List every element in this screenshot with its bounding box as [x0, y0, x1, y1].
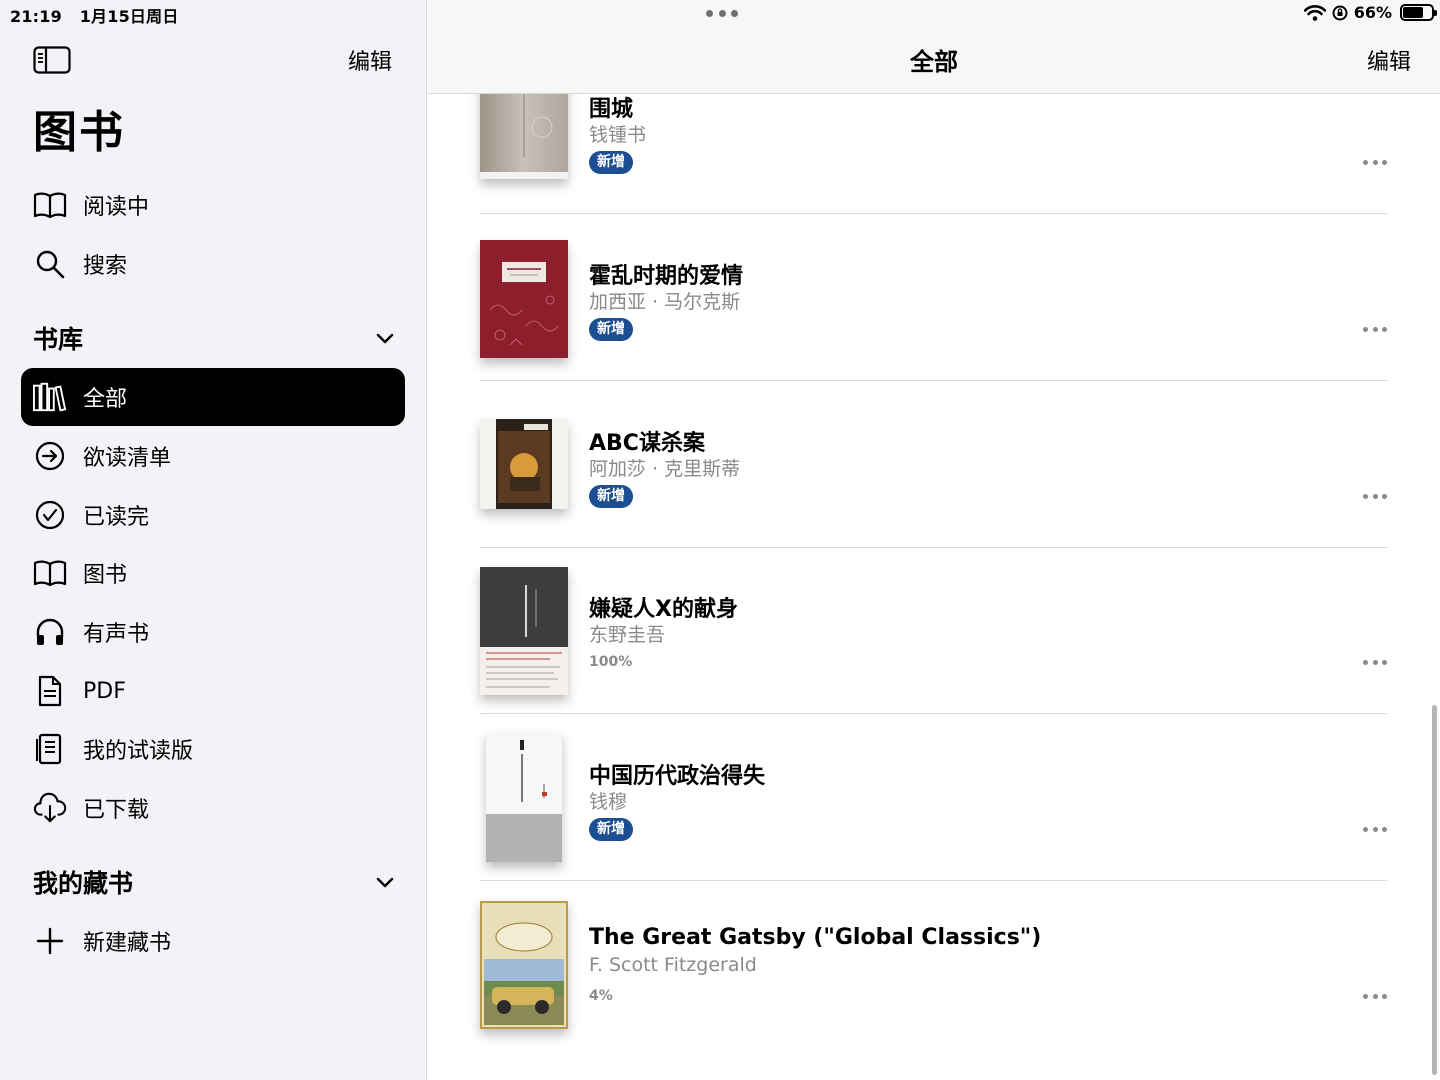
sidebar-item-reading-now[interactable]: 阅读中 — [21, 176, 405, 234]
battery-percent: 66% — [1353, 3, 1392, 22]
sidebar-item-label: 已下载 — [83, 798, 150, 823]
more-options-button[interactable] — [1363, 657, 1387, 667]
status-time: 21:19 — [10, 7, 62, 26]
status-bar-left: 21:19 1月15日周日 — [10, 3, 191, 27]
battery-icon — [1400, 4, 1437, 21]
status-date: 1月15日周日 — [79, 7, 179, 26]
reading-progress: 4% — [589, 988, 613, 1004]
book-row[interactable]: 中国历代政治得失 钱穆 新增 — [480, 714, 1387, 881]
sidebar-item-want-to-read[interactable]: 欲读清单 — [21, 427, 405, 485]
book-cover[interactable] — [480, 94, 568, 179]
book-title: ABC谋杀案 — [589, 431, 705, 456]
sidebar: 21:19 1月15日周日 编辑 图书 阅读中 搜索 书库 全部 欲读清单 已读… — [0, 0, 427, 1080]
multitasking-handle-icon[interactable] — [706, 6, 738, 20]
book-title: 围城 — [589, 97, 634, 122]
top-navigation-bar: 66% 全部 编辑 — [428, 0, 1440, 94]
book-cover[interactable] — [480, 901, 568, 1029]
new-collection-label: 新建藏书 — [83, 931, 172, 956]
book-row[interactable]: 嫌疑人X的献身 东野圭吾 100% — [480, 547, 1387, 714]
sidebar-item-pdf[interactable]: PDF — [21, 662, 405, 720]
page-title: 全部 — [910, 48, 958, 76]
book-row[interactable]: The Great Gatsby ("Global Classics") F. … — [480, 881, 1387, 1048]
section-title: 书库 — [33, 325, 84, 354]
edit-button[interactable]: 编辑 — [1367, 44, 1411, 76]
new-collection-button[interactable]: 新建藏书 — [21, 912, 405, 970]
sidebar-item-all[interactable]: 全部 — [21, 368, 405, 426]
cloud-download-icon — [33, 791, 67, 825]
sidebar-item-label: PDF — [83, 678, 126, 704]
book-title: 嫌疑人X的献身 — [589, 597, 738, 622]
book-title: 中国历代政治得失 — [589, 764, 766, 789]
reading-progress: 100% — [589, 654, 633, 670]
new-badge: 新增 — [589, 318, 633, 341]
more-options-button[interactable] — [1363, 824, 1387, 834]
collections-section-header[interactable]: 我的藏书 — [33, 862, 405, 902]
book-cover[interactable] — [480, 567, 568, 695]
sidebar-item-books[interactable]: 图书 — [21, 544, 405, 602]
book-author: 加西亚 · 马尔克斯 — [589, 291, 741, 313]
sidebar-item-label: 欲读清单 — [83, 446, 172, 471]
book-cover[interactable] — [486, 732, 562, 862]
more-options-button[interactable] — [1363, 324, 1387, 334]
section-title: 我的藏书 — [33, 869, 134, 898]
sidebar-item-label: 全部 — [83, 387, 128, 412]
more-options-button[interactable] — [1363, 991, 1387, 1001]
status-bar-right: 66% — [1303, 3, 1437, 22]
sidebar-title: 图书 — [33, 107, 125, 158]
sidebar-item-label: 图书 — [83, 563, 128, 588]
new-badge: 新增 — [589, 151, 633, 174]
sidebar-toggle-icon[interactable] — [33, 46, 71, 74]
sidebar-item-label: 已读完 — [83, 505, 150, 530]
checkmark-circle-icon — [33, 498, 67, 532]
sidebar-item-label: 搜索 — [83, 254, 128, 279]
sidebar-item-audiobooks[interactable]: 有声书 — [21, 603, 405, 661]
wifi-icon — [1303, 4, 1326, 21]
sidebar-item-label: 阅读中 — [83, 195, 150, 220]
sidebar-item-finished[interactable]: 已读完 — [21, 486, 405, 544]
sidebar-item-samples[interactable]: 我的试读版 — [21, 720, 405, 778]
library-section-header[interactable]: 书库 — [33, 318, 405, 358]
book-cover[interactable] — [480, 419, 568, 509]
sample-icon — [33, 732, 67, 766]
sidebar-item-search[interactable]: 搜索 — [21, 235, 405, 293]
book-cover[interactable] — [480, 240, 568, 358]
book-title: The Great Gatsby ("Global Classics") — [589, 925, 1042, 950]
library-icon — [33, 380, 67, 414]
book-row[interactable]: 霍乱时期的爱情 加西亚 · 马尔克斯 新增 — [480, 214, 1387, 381]
book-author: 钱穆 — [589, 791, 628, 813]
sidebar-item-downloaded[interactable]: 已下载 — [21, 779, 405, 837]
book-open-icon — [33, 188, 67, 222]
main-content: 66% 全部 编辑 围城 钱锺书 新增 霍乱时期的爱情 加西亚 · 马尔克斯 新… — [428, 0, 1440, 1080]
chevron-down-icon — [376, 333, 394, 344]
book-author: F. Scott Fitzgerald — [589, 954, 757, 976]
more-options-button[interactable] — [1363, 491, 1387, 501]
book-author: 阿加莎 · 克里斯蒂 — [589, 458, 741, 480]
book-list: 围城 钱锺书 新增 霍乱时期的爱情 加西亚 · 马尔克斯 新增 ABC谋杀案 阿… — [428, 94, 1440, 1080]
new-badge: 新增 — [589, 818, 633, 841]
document-icon — [33, 674, 67, 708]
arrow-circle-icon — [33, 439, 67, 473]
orientation-lock-icon — [1332, 5, 1348, 20]
chevron-down-icon — [376, 877, 394, 888]
headphones-icon — [33, 615, 67, 649]
plus-icon — [33, 924, 67, 958]
sidebar-edit-button[interactable]: 编辑 — [348, 44, 392, 76]
book-row[interactable]: 围城 钱锺书 新增 — [480, 94, 1387, 214]
book-author: 钱锺书 — [589, 124, 647, 146]
new-badge: 新增 — [589, 485, 633, 508]
book-title: 霍乱时期的爱情 — [589, 264, 744, 289]
more-options-button[interactable] — [1363, 157, 1387, 167]
book-row[interactable]: ABC谋杀案 阿加莎 · 克里斯蒂 新增 — [480, 381, 1387, 548]
sidebar-item-label: 有声书 — [83, 622, 150, 647]
sidebar-item-label: 我的试读版 — [83, 739, 194, 764]
book-author: 东野圭吾 — [589, 624, 666, 646]
scrollbar[interactable] — [1432, 705, 1437, 1075]
book-open-icon — [33, 556, 67, 590]
search-icon — [33, 247, 67, 281]
